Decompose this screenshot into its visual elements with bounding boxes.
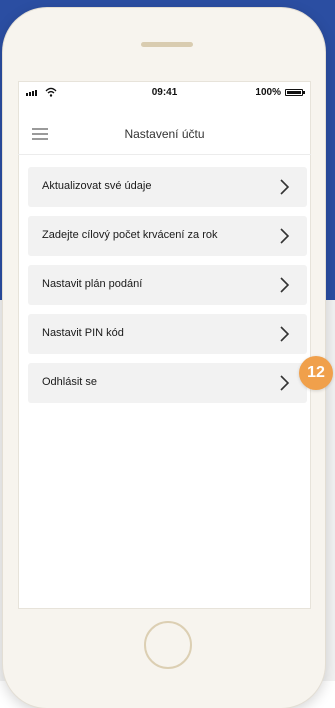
phone-screen: 09:41 100% Nastavení účtu Aktualizovat s…	[18, 81, 311, 609]
step-badge: 12	[299, 356, 333, 390]
menu-item-label: Zadejte cílový počet krvácení za rok	[42, 229, 218, 241]
menu-item-pin-code[interactable]: Nastavit PIN kód	[28, 314, 307, 354]
home-button[interactable]	[144, 621, 192, 669]
menu-item-label: Nastavit PIN kód	[42, 327, 124, 339]
phone-frame: 09:41 100% Nastavení účtu Aktualizovat s…	[3, 8, 325, 708]
battery-icon	[285, 89, 305, 96]
menu-item-label: Odhlásit se	[42, 376, 98, 388]
chevron-right-icon	[280, 326, 290, 342]
menu-item-logout[interactable]: Odhlásit se	[28, 363, 307, 403]
menu-item-bleed-target[interactable]: Zadejte cílový počet krvácení za rok	[28, 216, 307, 256]
menu-item-dosing-plan[interactable]: Nastavit plán podání	[28, 265, 307, 305]
chevron-right-icon	[280, 375, 290, 391]
menu-item-label: Aktualizovat své údaje	[42, 180, 152, 192]
page-title: Nastavení účtu	[124, 127, 205, 141]
menu-item-label: Nastavit plán podání	[42, 278, 143, 290]
status-bar: 09:41 100%	[18, 81, 311, 103]
battery-percent: 100%	[255, 87, 281, 98]
menu-item-update-details[interactable]: Aktualizovat své údaje	[28, 167, 307, 207]
chevron-right-icon	[280, 228, 290, 244]
navigation-bar: Nastavení účtu	[18, 103, 311, 155]
chevron-right-icon	[280, 179, 290, 195]
speaker-grille	[141, 42, 193, 47]
chevron-right-icon	[280, 277, 290, 293]
